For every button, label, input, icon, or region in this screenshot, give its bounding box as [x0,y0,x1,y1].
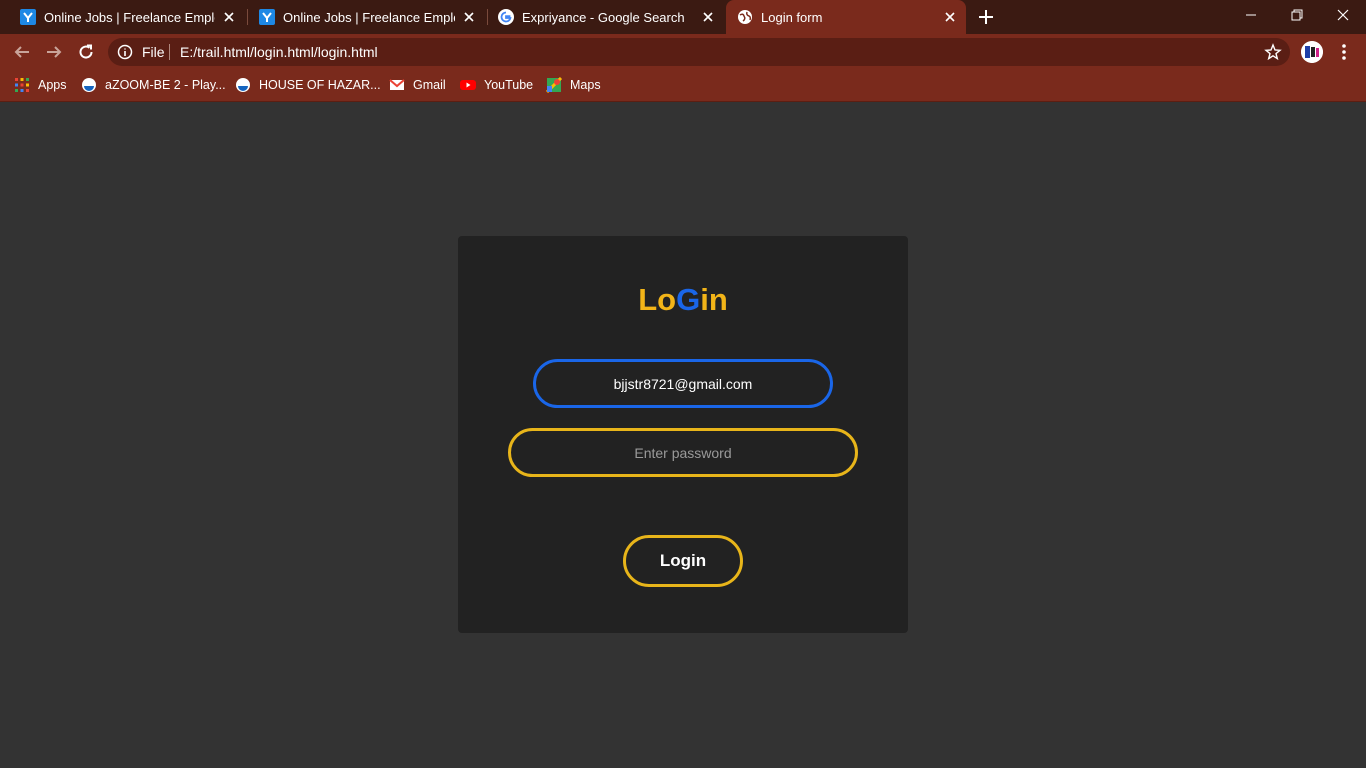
tab-title: Online Jobs | Freelance Employment [283,9,455,25]
reload-icon [79,44,93,59]
login-title: LoGin [458,282,908,318]
apps-grid-icon [15,78,29,92]
site-info-label[interactable]: File [142,44,165,60]
minimize-button[interactable] [1228,0,1274,30]
address-divider [169,44,170,60]
upwork-y-icon [20,9,36,25]
gmail-icon [389,79,405,90]
email-input[interactable] [533,359,833,408]
address-bar[interactable]: File E:/trail.html/login.html/login.html [108,38,1290,66]
youtube-icon [460,80,476,90]
close-icon [1337,9,1349,21]
close-tab-icon[interactable] [221,9,237,25]
minimize-icon [1246,14,1256,16]
tab-online-jobs-2[interactable]: Online Jobs | Freelance Employment [239,0,485,34]
close-tab-icon[interactable] [461,9,477,25]
avatar-icon [1301,41,1323,63]
reload-button[interactable] [74,40,98,64]
new-tab-button[interactable] [976,7,996,27]
bookmark-label: Gmail [413,78,446,92]
play-site-icon [236,78,250,92]
tab-online-jobs-1[interactable]: Online Jobs | Freelance Employment [0,0,245,34]
profile-avatar[interactable] [1301,41,1323,63]
more-vert-icon [1342,44,1346,60]
restore-button[interactable] [1274,0,1320,30]
login-button[interactable]: Login [623,535,743,587]
maps-icon [546,77,562,93]
login-title-part: Lo [638,282,677,317]
close-tab-icon[interactable] [700,9,716,25]
browser-menu-button[interactable] [1336,42,1352,62]
tab-login-form[interactable]: Login form [726,0,966,34]
tab-google-search[interactable]: Expriyance - Google Search [478,0,724,34]
bookmark-youtube[interactable]: YouTube [460,76,533,94]
bookmark-label: Maps [570,78,601,92]
login-title-part: in [700,282,728,317]
tab-strip: Online Jobs | Freelance Employment Onlin… [0,0,1366,34]
forward-button[interactable] [42,40,66,64]
bookmark-house-of-hazar[interactable]: HOUSE OF HAZAR... [235,76,381,94]
login-title-part: G [676,282,701,317]
password-input[interactable] [508,428,858,477]
tab-title: Login form [761,9,823,25]
info-icon[interactable] [117,44,133,60]
bookmark-gmail[interactable]: Gmail [389,76,446,94]
bookmark-maps[interactable]: Maps [546,76,601,94]
bookmark-label: YouTube [484,78,534,92]
bookmark-apps[interactable]: Apps [14,76,67,94]
login-card: LoGin Login [458,236,908,633]
arrow-left-icon [14,46,29,58]
play-site-icon [82,78,96,92]
tab-title: Online Jobs | Freelance Employment [44,9,215,25]
google-icon [498,9,514,25]
tab-title: Expriyance - Google Search [522,9,685,25]
bookmarks-bar: Apps aZOOM-BE 2 - Play... HOUSE OF HAZAR… [0,70,1366,102]
close-tab-icon[interactable] [942,9,958,25]
restore-icon [1291,9,1303,21]
globe-icon [738,10,752,24]
close-window-button[interactable] [1320,0,1366,30]
bookmark-azoom-be[interactable]: aZOOM-BE 2 - Play... [81,76,226,94]
browser-toolbar: File E:/trail.html/login.html/login.html [0,34,1366,70]
bookmark-label: Apps [38,78,67,92]
bookmark-label: aZOOM-BE 2 - Play... [105,78,226,92]
arrow-right-icon [47,46,62,58]
plus-icon [979,10,993,24]
url-text[interactable]: E:/trail.html/login.html/login.html [180,44,378,60]
bookmark-label: HOUSE OF HAZAR... [259,78,381,92]
back-button[interactable] [10,40,34,64]
upwork-y-icon [259,9,275,25]
page-viewport: LoGin Login [0,102,1366,768]
star-icon[interactable] [1264,43,1282,61]
